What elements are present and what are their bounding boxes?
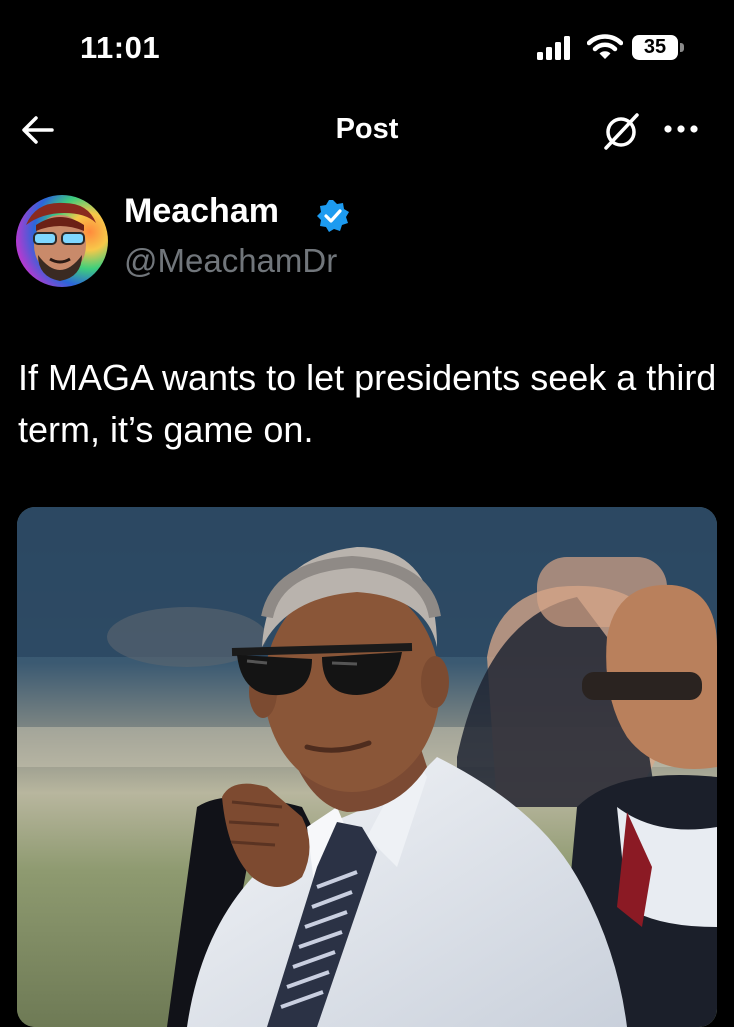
status-time: 11:01 xyxy=(80,30,161,65)
battery-level: 35 xyxy=(632,35,678,60)
wifi-icon xyxy=(586,33,624,61)
post-author: Meacham @MeachamDr xyxy=(16,190,716,290)
battery-icon: 35 xyxy=(632,35,684,60)
post-image xyxy=(17,507,717,1027)
signal-icon xyxy=(537,36,573,60)
verified-badge-icon xyxy=(316,199,350,233)
status-bar: 11:01 35 xyxy=(0,0,734,100)
avatar[interactable] xyxy=(16,195,108,287)
author-display-name[interactable]: Meacham xyxy=(124,192,279,231)
post-media-photo[interactable] xyxy=(17,507,717,1027)
grok-icon xyxy=(604,113,639,150)
author-handle[interactable]: @MeachamDr xyxy=(124,242,337,280)
post-text: If MAGA wants to let presidents seek a t… xyxy=(18,357,717,450)
more-options-button[interactable] xyxy=(661,114,701,144)
more-icon xyxy=(664,125,698,133)
nav-bar: Post xyxy=(0,100,734,170)
grok-button[interactable] xyxy=(600,110,642,152)
